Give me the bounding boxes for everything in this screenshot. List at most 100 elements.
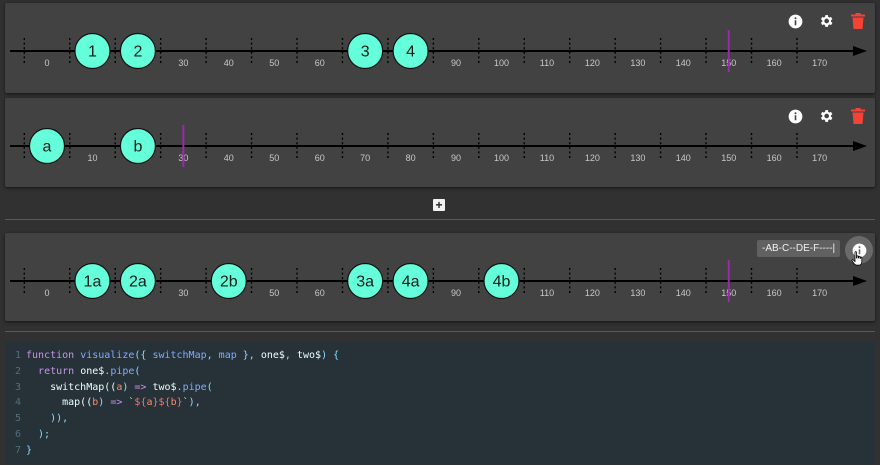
marble-label: 2a xyxy=(129,274,147,291)
code-token: two$ xyxy=(296,350,322,361)
marble-label: 4b xyxy=(493,274,511,291)
tick-label: 120 xyxy=(585,58,600,68)
code-line: 1 function visualize({ switchMap, map }, … xyxy=(5,348,875,364)
axis-arrow xyxy=(853,276,867,286)
tick-label: 60 xyxy=(315,153,325,163)
delete-icon[interactable] xyxy=(847,105,869,127)
marble: 2b xyxy=(210,262,247,300)
tick-label: 130 xyxy=(630,288,645,298)
code-token: ({ xyxy=(134,350,153,361)
tick-label: 90 xyxy=(451,153,461,163)
tick-label: 60 xyxy=(315,288,325,298)
code-line: 6 ); xyxy=(5,427,875,443)
code-line: 3 switchMap((a) => two$.pipe( xyxy=(5,380,875,396)
divider xyxy=(5,219,875,220)
tick-label: 140 xyxy=(676,288,691,298)
code-token: } xyxy=(26,444,33,456)
source-timeline-two: 1030405060708090100110120130140150160170… xyxy=(5,98,875,187)
marble: 1a xyxy=(74,262,111,300)
code-token: ), xyxy=(188,397,201,409)
info-icon[interactable] xyxy=(784,105,806,127)
axis-arrow xyxy=(853,46,867,56)
delete-icon[interactable] xyxy=(847,10,869,32)
marble-label: 2 xyxy=(133,44,142,61)
code-token: visualize xyxy=(80,350,135,361)
tick-label: 10 xyxy=(87,153,97,163)
marble[interactable]: 1 xyxy=(74,32,111,70)
marble: 4a xyxy=(392,262,429,300)
code-token: one$ xyxy=(80,365,105,377)
code-token: pipe xyxy=(110,365,135,377)
tick-label: 160 xyxy=(767,288,782,298)
gear-icon[interactable] xyxy=(815,105,837,127)
tick-label: 80 xyxy=(406,153,416,163)
timeline-axis[interactable]: 1030405060708090100110120130140150160170… xyxy=(5,98,875,187)
tick-label: 50 xyxy=(269,153,279,163)
code-token: , xyxy=(284,350,297,361)
tick-label: 40 xyxy=(224,58,234,68)
tick-label: 70 xyxy=(360,153,370,163)
gear-icon[interactable] xyxy=(815,10,837,32)
marble-label: 4 xyxy=(406,44,415,61)
code-token: )), xyxy=(26,413,69,425)
tick-label: 140 xyxy=(676,153,691,163)
tick-label: 110 xyxy=(540,58,554,68)
marble[interactable]: 4 xyxy=(392,32,429,70)
tick-label: 40 xyxy=(224,153,234,163)
marble-label: a xyxy=(43,139,52,156)
tick-label: 170 xyxy=(812,153,827,163)
marble[interactable]: a xyxy=(28,127,66,165)
code-token: map xyxy=(218,350,237,361)
tick-label: 170 xyxy=(812,288,827,298)
code-token: ( xyxy=(134,365,141,377)
code-token: return xyxy=(38,365,81,377)
tick-label: 60 xyxy=(315,58,325,68)
tick-label: 120 xyxy=(585,288,600,298)
code-token: , xyxy=(206,350,219,361)
code-token: one$ xyxy=(260,350,285,361)
tick-label: 100 xyxy=(494,153,509,163)
code-token: switchMap xyxy=(152,350,207,361)
tick-label: 110 xyxy=(540,288,554,298)
tick-label: 150 xyxy=(721,153,736,163)
tick-label: 110 xyxy=(540,153,554,163)
marble[interactable]: 2 xyxy=(119,32,156,70)
marble-label: 3 xyxy=(361,44,370,61)
marble-label: 1a xyxy=(84,274,102,291)
code-token: }, xyxy=(236,350,261,361)
marble-label: 4a xyxy=(402,274,420,291)
tick-label: 90 xyxy=(451,58,461,68)
marble[interactable]: b xyxy=(119,127,156,165)
marble-label: 3a xyxy=(356,274,374,291)
code-token: ( xyxy=(206,381,213,393)
marble: 3a xyxy=(347,262,384,300)
code-editor[interactable]: 1 function visualize({ switchMap, map }, … xyxy=(5,342,875,465)
code-token: switchMap(( xyxy=(26,381,117,393)
timeline-axis[interactable]: 030405060901001101201301401501601701234 xyxy=(5,3,875,93)
code-token: ${ xyxy=(134,397,147,409)
add-source-button[interactable]: + xyxy=(433,199,445,211)
code-line: 7} xyxy=(5,443,875,459)
line-number: 2 xyxy=(14,365,21,377)
info-icon[interactable] xyxy=(784,10,806,32)
code-token: ) xyxy=(98,397,111,409)
tick-label: 140 xyxy=(676,58,691,68)
result-tooltip: -AB-C--DE-F----| xyxy=(757,240,841,257)
code-token: ) { xyxy=(321,350,340,361)
marble-label: 1 xyxy=(88,44,97,61)
marble[interactable]: 3 xyxy=(347,32,384,70)
tick-label: 90 xyxy=(451,288,461,298)
tick-label: 50 xyxy=(269,288,279,298)
axis-arrow xyxy=(853,141,867,151)
code-line: 5 )), xyxy=(5,411,875,427)
code-token: pipe xyxy=(182,381,207,393)
line-number: 4 xyxy=(14,397,21,409)
code-token: two$ xyxy=(146,381,177,393)
code-token: ${ xyxy=(158,397,171,409)
code-token: function xyxy=(26,350,81,361)
divider xyxy=(5,331,875,332)
tick-label: 30 xyxy=(178,288,188,298)
line-number: 5 xyxy=(14,413,21,425)
marble-label: b xyxy=(133,139,142,156)
